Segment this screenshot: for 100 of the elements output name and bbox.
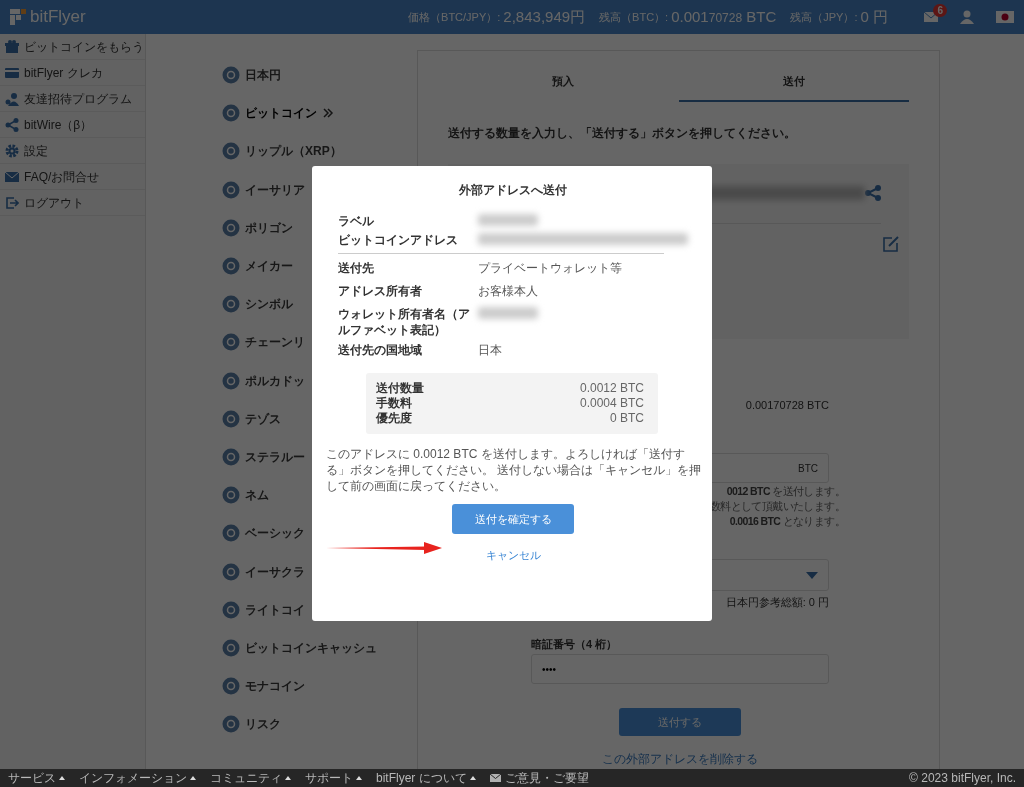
sidebar-item[interactable]: ログアウト [0, 190, 145, 216]
confirm-send-button[interactable]: 送付を確定する [452, 504, 574, 534]
sidebar-item[interactable]: 設定 [0, 138, 145, 164]
currency-name: リップル（XRP） [245, 143, 342, 161]
currency-row[interactable]: イーサクラ [222, 552, 305, 591]
detail-label: アドレス所有者 [338, 283, 423, 299]
tab[interactable]: 送付 [678, 65, 909, 102]
instruction-text: 送付する数量を入力し、「送付する」ボタンを押してください。 [448, 124, 797, 142]
detail-label: ラベル [338, 213, 375, 229]
currency-row[interactable]: ネム [222, 476, 269, 515]
currency-row[interactable]: 日本円 [222, 56, 281, 95]
blurred-text [478, 307, 538, 319]
notification-badge: 6 [933, 4, 947, 17]
coin-icon [222, 371, 240, 390]
currency-name: イーサリア [245, 181, 305, 199]
user-icon[interactable] [960, 10, 974, 24]
share-icon [5, 117, 19, 132]
gift-icon [5, 39, 19, 54]
currency-name: チェーンリ [245, 334, 305, 352]
currency-row[interactable]: ライトコイ [222, 590, 305, 629]
logo-icon [10, 9, 26, 25]
detail-label: ウォレット所有者名（アルファベット表記） [338, 306, 471, 338]
currency-name: モナコイン [245, 678, 305, 696]
cancel-link[interactable]: キャンセル [485, 547, 541, 564]
feedback-link[interactable]: ご意見・ご要望 [504, 769, 589, 787]
currency-row[interactable]: シンボル [222, 285, 293, 324]
detail-value: プライベートウォレット等 [478, 260, 622, 276]
unit-label: BTC [798, 461, 818, 476]
currency-row[interactable]: モナコイン [222, 667, 305, 706]
currency-name: イーサクラ [245, 563, 305, 581]
summary-label: 送付数量 [376, 381, 424, 396]
caret-up-icon [356, 776, 362, 780]
currency-row[interactable]: ポルカドッ [222, 361, 305, 400]
currency-name: ビットコインキャッシュ [245, 639, 377, 657]
share-icon[interactable] [865, 185, 881, 201]
detail-value: お客様本人 [478, 283, 538, 299]
summary-value: 0 BTC [610, 411, 644, 426]
delete-address-link[interactable]: この外部アドレスを削除する [602, 750, 758, 768]
blurred-text [478, 214, 538, 226]
sidebar-item[interactable]: FAQ/お問合せ [0, 164, 145, 190]
coin-icon [222, 715, 240, 734]
sidebar-item[interactable]: bitFlyer クレカ [0, 60, 145, 86]
sidebar-item[interactable]: bitWire（β） [0, 112, 145, 138]
currency-row[interactable]: ステラルー [222, 437, 305, 477]
currency-row[interactable]: ポリゴン [222, 208, 293, 247]
currency-name: ポルカドッ [245, 372, 305, 390]
detail-label: 送付先 [338, 260, 375, 276]
people-icon [5, 91, 19, 106]
currency-row[interactable]: テゾス [222, 399, 281, 438]
double-chevron-icon [322, 108, 334, 119]
edit-icon[interactable] [883, 235, 899, 252]
pin-label: 暗証番号（4 桁） [531, 636, 619, 652]
currency-name: ライトコイ [245, 601, 305, 619]
copyright-text: © 2023 bitFlyer, Inc. [909, 770, 1016, 787]
pin-field[interactable]: •••• [531, 654, 829, 684]
stat-label: 価格（BTC/JPY）: [408, 9, 501, 25]
currency-name: ステラルー [245, 448, 305, 466]
flag-icon[interactable] [996, 11, 1014, 23]
currency-row[interactable]: メイカー [222, 246, 293, 286]
jpy-total-text: 日本円参考総額: 0 円 [725, 595, 829, 610]
tab[interactable]: 預入 [448, 65, 679, 102]
coin-icon [222, 104, 240, 123]
currency-row[interactable]: ベーシック [222, 514, 305, 553]
summary-label: 手数料 [376, 396, 412, 411]
currency-name: シンボル [245, 296, 293, 314]
currency-name: ビットコイン [245, 105, 317, 123]
footer-menu-label[interactable]: サービス [8, 769, 56, 787]
currency-row[interactable]: リップル（XRP） [222, 132, 342, 171]
dialog-title: 外部アドレスへ送付 [458, 182, 568, 199]
currency-row[interactable]: リスク [222, 705, 281, 744]
envelope-icon [489, 774, 501, 782]
summary-value: 0.0004 BTC [579, 396, 644, 411]
coin-icon [222, 218, 240, 237]
currency-name: リスク [245, 716, 281, 734]
caret-up-icon [285, 776, 291, 780]
send-button[interactable]: 送付する [619, 708, 741, 736]
footer-menu[interactable]: サポート [305, 769, 362, 787]
currency-row[interactable]: チェーンリ [222, 323, 305, 362]
coin-icon [222, 447, 240, 466]
coin-icon [222, 524, 240, 543]
caret-up-icon [469, 776, 476, 780]
caret-up-icon [190, 776, 196, 780]
coin-icon [222, 638, 240, 657]
currency-row[interactable]: イーサリア [222, 170, 305, 209]
currency-name: ネム [245, 487, 269, 505]
stat-value: 2,843,949円 [503, 6, 586, 27]
coin-icon [222, 600, 240, 619]
logo-text[interactable]: bitFlyer [30, 4, 86, 30]
currency-row[interactable]: ビットコイン [222, 94, 334, 133]
sidebar-item[interactable]: ビットコインをもらう [0, 34, 145, 60]
currency-row[interactable]: ビットコインキャッシュ [222, 628, 377, 667]
coin-icon [222, 486, 240, 505]
footer-menu[interactable]: サービス [8, 769, 65, 787]
coin-icon [222, 66, 240, 85]
stat-value: 0 円 [860, 6, 888, 27]
detail-label: ビットコインアドレス [338, 232, 459, 248]
summary-label: 優先度 [376, 411, 412, 426]
footer-menu-label[interactable]: サポート [305, 769, 353, 787]
coin-icon [222, 409, 240, 428]
sidebar-item[interactable]: 友達招待プログラム [0, 86, 145, 112]
